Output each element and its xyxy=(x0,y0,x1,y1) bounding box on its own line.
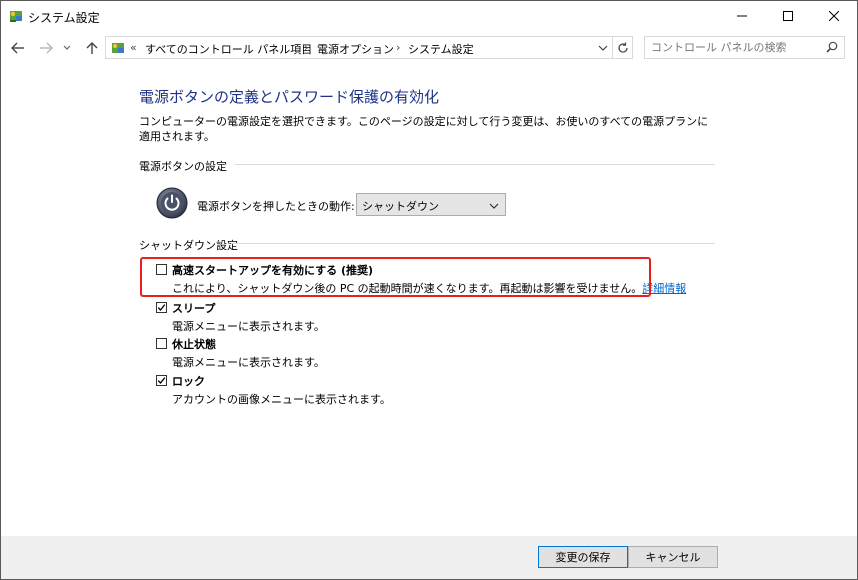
group-divider xyxy=(231,243,715,244)
control-panel-icon xyxy=(110,40,126,56)
footer-bar: 変更の保存 キャンセル xyxy=(1,536,857,579)
navigation-bar: « すべてのコントロール パネル項目 › 電源オプション › システム設定 xyxy=(1,31,857,65)
address-dropdown-icon[interactable] xyxy=(598,42,608,55)
save-changes-button[interactable]: 変更の保存 xyxy=(538,546,628,568)
breadcrumb-all-items[interactable]: すべてのコントロール パネル項目 xyxy=(145,41,312,57)
page-description: コンピューターの電源設定を選択できます。このページの設定に対して行う変更は、お使… xyxy=(139,115,709,143)
window: システム設定 « すべてのコントロール パネル項目 › 電源オプション › シス… xyxy=(0,0,858,580)
hibernate-checkbox[interactable] xyxy=(156,338,167,349)
shutdown-group-title: シャットダウン設定 xyxy=(139,239,238,252)
power-button-icon xyxy=(156,187,188,219)
chevron-down-icon xyxy=(63,45,71,50)
back-button[interactable] xyxy=(9,39,27,57)
sleep-label[interactable]: スリープ xyxy=(172,300,215,316)
up-button[interactable] xyxy=(83,39,101,57)
back-arrow-icon xyxy=(11,42,24,54)
search-box[interactable] xyxy=(644,36,845,59)
search-icon[interactable] xyxy=(826,41,838,56)
page-title: 電源ボタンの定義とパスワード保護の有効化 xyxy=(139,88,440,106)
lock-checkbox[interactable] xyxy=(156,375,167,386)
control-panel-icon xyxy=(8,8,24,24)
checkmark-icon xyxy=(157,304,166,311)
address-bar[interactable]: « すべてのコントロール パネル項目 › 電源オプション › システム設定 xyxy=(105,36,613,59)
forward-arrow-icon xyxy=(40,42,53,54)
lock-description: アカウントの画像メニューに表示されます。 xyxy=(172,393,391,406)
sleep-checkbox[interactable] xyxy=(156,302,167,313)
close-icon xyxy=(829,11,839,21)
lock-label[interactable]: ロック xyxy=(172,373,205,389)
breadcrumb-separator[interactable]: › xyxy=(396,41,400,54)
breadcrumb-separator[interactable]: › xyxy=(304,41,308,54)
sleep-description: 電源メニューに表示されます。 xyxy=(172,320,325,333)
search-input[interactable] xyxy=(651,40,816,55)
close-button[interactable] xyxy=(811,1,857,31)
recent-locations-button[interactable] xyxy=(61,39,73,57)
power-button-group-title: 電源ボタンの設定 xyxy=(139,160,227,173)
window-title: システム設定 xyxy=(28,11,100,25)
select-value: シャットダウン xyxy=(362,200,439,213)
maximize-icon xyxy=(783,11,793,21)
hibernate-label[interactable]: 休止状態 xyxy=(172,336,216,352)
forward-button[interactable] xyxy=(37,39,55,57)
power-button-action-label: 電源ボタンを押したときの動作: xyxy=(197,200,355,213)
breadcrumb-power-options[interactable]: 電源オプション xyxy=(317,41,394,57)
group-divider xyxy=(235,164,715,165)
checkmark-icon xyxy=(157,377,166,384)
hibernate-description: 電源メニューに表示されます。 xyxy=(172,356,325,369)
title-bar: システム設定 xyxy=(1,1,857,31)
cancel-button[interactable]: キャンセル xyxy=(628,546,718,568)
highlight-box xyxy=(140,257,651,297)
minimize-icon xyxy=(737,15,747,17)
chevron-down-icon xyxy=(489,200,499,213)
up-arrow-icon xyxy=(86,42,98,54)
refresh-button[interactable] xyxy=(613,36,633,59)
breadcrumb-system-settings[interactable]: システム設定 xyxy=(408,41,474,57)
refresh-icon xyxy=(617,42,628,53)
maximize-button[interactable] xyxy=(765,1,811,31)
minimize-button[interactable] xyxy=(719,1,765,31)
power-button-action-select[interactable]: シャットダウン xyxy=(356,193,506,216)
overflow-chevron[interactable]: « xyxy=(130,41,137,54)
